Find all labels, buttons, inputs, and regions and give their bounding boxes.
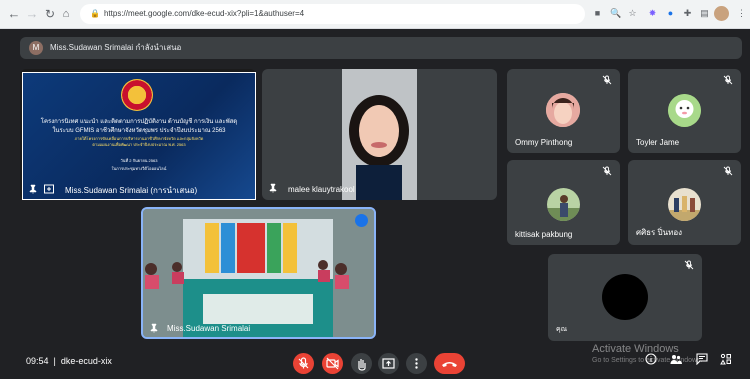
participant-name: Miss.Sudawan Srimalai (การนำเสนอ) <box>65 186 198 195</box>
mic-off-icon <box>602 166 612 176</box>
more-vert-icon <box>415 358 418 369</box>
present-icon <box>382 358 395 369</box>
mic-off-icon <box>684 260 694 270</box>
participant-name: kittisak pakbung <box>515 230 573 239</box>
participant-tile-malee[interactable]: malee klauytrakool <box>262 69 497 200</box>
participant-name: malee klauytrakool <box>288 185 355 194</box>
camera-toggle-button[interactable] <box>322 353 343 374</box>
presenting-banner: M Miss.Sudawan Srimalai กำลังนำเสนอ <box>20 37 742 59</box>
slide-line: ในระบบ GFMIS อาชีวศึกษาจังหวัดชุมพร ประจ… <box>52 128 226 134</box>
participant-video <box>143 209 374 337</box>
people-icon[interactable] <box>670 353 682 365</box>
camera-icon[interactable]: ■ <box>592 8 603 19</box>
separator: | <box>53 356 56 366</box>
extension-icon[interactable]: ✸ <box>647 8 658 19</box>
present-now-button[interactable] <box>378 353 399 374</box>
participant-tile-ommy[interactable]: Ommy Pinthong <box>507 69 620 153</box>
pin-icon[interactable] <box>149 323 159 333</box>
puzzle-icon[interactable]: ✚ <box>682 8 693 19</box>
participant-name: คุณ <box>556 326 568 333</box>
presentation-slide: โครงการนิเทศ แนะนำ และติดตามการปฏิบัติงา… <box>22 72 256 200</box>
reload-icon[interactable]: ↻ <box>42 6 58 22</box>
participant-name: ศศิธร ปิ่นทอง <box>636 228 683 237</box>
url-text: https://meet.google.com/dke-ecud-xix?pli… <box>103 9 305 18</box>
avatar: M <box>29 41 43 55</box>
forward-icon[interactable]: → <box>24 6 40 22</box>
hang-up-icon <box>442 362 457 367</box>
mic-off-icon <box>602 75 612 85</box>
slide-line: ในการประชุมทางวีดีโอออนไลน์ <box>111 166 167 171</box>
pin-icon[interactable] <box>268 183 278 193</box>
info-icon[interactable] <box>645 353 657 365</box>
leave-call-button[interactable] <box>434 353 465 374</box>
participant-name: Ommy Pinthong <box>515 138 573 147</box>
speaking-indicator-icon <box>355 214 368 227</box>
slide-line: ตามแผนงานเพื่อพัฒนา ประจำปีงบประมาณ พ.ศ.… <box>92 142 186 147</box>
participant-name: Miss.Sudawan Srimalai <box>167 324 251 333</box>
participant-video <box>342 69 417 200</box>
clock-time: 09:54 <box>26 356 49 366</box>
star-icon[interactable]: ☆ <box>627 8 638 19</box>
watermark-title: Activate Windows <box>592 343 679 355</box>
avatar <box>602 274 648 320</box>
camera-off-icon <box>326 357 339 370</box>
home-icon[interactable]: ⌂ <box>58 6 74 22</box>
meeting-info: 09:54 | dke-ecud-xix <box>26 356 112 366</box>
mic-off-icon <box>723 75 733 85</box>
address-bar[interactable]: 🔒 https://meet.google.com/dke-ecud-xix?pl… <box>80 4 585 24</box>
present-icon[interactable] <box>44 184 54 194</box>
lock-icon: 🔒 <box>90 9 100 18</box>
meeting-code: dke-ecud-xix <box>60 356 112 366</box>
mic-off-icon <box>723 166 733 176</box>
participant-name: Toyler Jame <box>636 138 680 147</box>
avatar <box>668 94 701 127</box>
sidebar-icon[interactable]: ▤ <box>699 8 710 19</box>
browser-toolbar: ← → ↻ ⌂ 🔒 https://meet.google.com/dke-ecu… <box>0 0 750 29</box>
avatar[interactable] <box>714 6 729 21</box>
avatar <box>668 188 701 221</box>
pin-icon[interactable] <box>28 184 38 194</box>
avatar <box>546 93 580 127</box>
search-icon[interactable]: 🔍 <box>610 8 621 19</box>
mic-toggle-button[interactable] <box>293 353 314 374</box>
extension-icon[interactable]: ● <box>665 8 676 19</box>
back-icon[interactable]: ← <box>6 6 22 22</box>
participant-tile-kittisak[interactable]: kittisak pakbung <box>507 160 620 245</box>
menu-icon[interactable]: ⋮ <box>736 8 747 19</box>
participant-tile-you[interactable]: คุณ <box>548 254 702 341</box>
more-options-button[interactable] <box>406 353 427 374</box>
hand-icon <box>358 359 366 371</box>
participant-tile-thai-user[interactable]: ศศิธร ปิ่นทอง <box>628 160 741 245</box>
chat-icon[interactable] <box>696 353 708 365</box>
avatar <box>547 188 580 221</box>
logo-seal <box>121 79 153 111</box>
activities-icon[interactable] <box>720 353 732 365</box>
participant-tile-local[interactable]: Miss.Sudawan Srimalai <box>141 207 376 339</box>
participant-tile-toyler[interactable]: Toyler Jame <box>628 69 741 153</box>
raise-hand-button[interactable] <box>351 353 372 374</box>
mic-off-icon <box>298 357 309 369</box>
slide-line: วันที่ 2 กันยายน 2563 <box>120 158 158 163</box>
presenting-text: Miss.Sudawan Srimalai กำลังนำเสนอ <box>50 43 182 52</box>
